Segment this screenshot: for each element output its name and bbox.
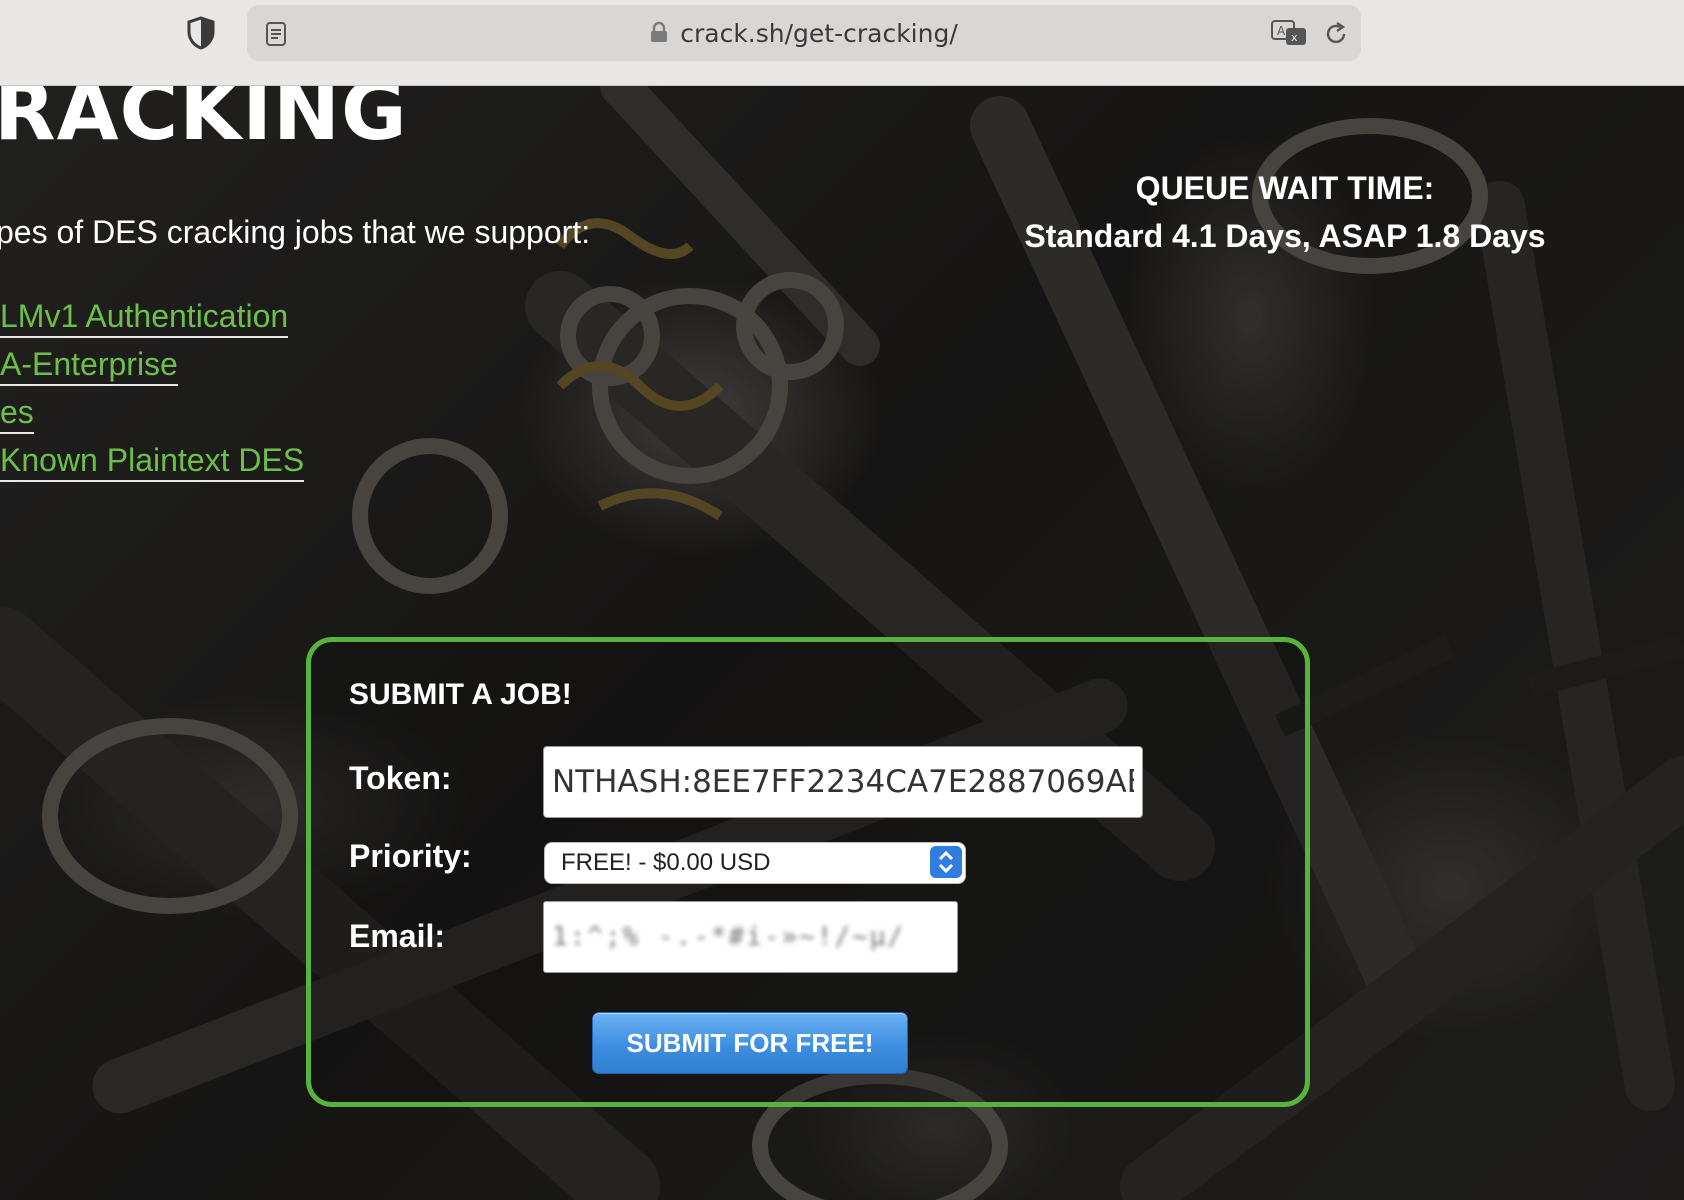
queue-wait-time: QUEUE WAIT TIME: Standard 4.1 Days, ASAP… bbox=[980, 164, 1590, 260]
address-bar[interactable]: crack.sh/get-cracking/ A x bbox=[247, 5, 1361, 61]
page-content: RACKING pes of DES cracking jobs that we… bbox=[0, 86, 1684, 1200]
page-title: RACKING bbox=[0, 86, 408, 158]
token-label: Token: bbox=[349, 760, 452, 796]
priority-select[interactable]: FREE! - $0.00 USD bbox=[544, 842, 966, 884]
queue-label: QUEUE WAIT TIME: bbox=[1135, 170, 1435, 206]
priority-label: Priority: bbox=[349, 838, 472, 874]
submit-job-form: SUBMIT A JOB! Token: Priority: FREE! - $… bbox=[306, 637, 1310, 1107]
priority-selected-value: FREE! - $0.00 USD bbox=[561, 849, 771, 876]
form-heading: SUBMIT A JOB! bbox=[349, 678, 572, 711]
email-value-blurred: 1:^;% -.-*#i-»~!/~µ/•/4 bbox=[552, 922, 906, 952]
list-item: es bbox=[0, 394, 304, 442]
email-label: Email: bbox=[349, 918, 446, 954]
intro-text: pes of DES cracking jobs that we support… bbox=[0, 214, 591, 250]
lock-icon bbox=[651, 21, 668, 42]
token-input[interactable] bbox=[543, 746, 1143, 818]
list-item: Known Plaintext DES bbox=[0, 442, 305, 490]
queue-value: Standard 4.1 Days, ASAP 1.8 Days bbox=[1024, 218, 1546, 254]
shield-icon[interactable] bbox=[186, 16, 216, 50]
translate-icon[interactable]: A x bbox=[1270, 19, 1310, 47]
email-input[interactable]: 1:^;% -.-*#i-»~!/~µ/•/4 bbox=[543, 901, 958, 973]
list-item: LMv1 Authentication bbox=[0, 298, 304, 346]
job-link-es[interactable]: es bbox=[0, 394, 34, 434]
select-arrows-icon bbox=[930, 846, 962, 878]
job-link-lmv1[interactable]: LMv1 Authentication bbox=[0, 298, 289, 338]
reload-icon[interactable] bbox=[1323, 21, 1349, 47]
browser-toolbar: crack.sh/get-cracking/ A x bbox=[0, 0, 1684, 86]
job-link-wpa-enterprise[interactable]: A-Enterprise bbox=[0, 346, 178, 386]
svg-text:A: A bbox=[1277, 24, 1286, 38]
list-item: A-Enterprise bbox=[0, 346, 304, 394]
submit-button[interactable]: SUBMIT FOR FREE! bbox=[592, 1012, 908, 1074]
job-link-known-plaintext[interactable]: Known Plaintext DES bbox=[0, 442, 305, 482]
job-types-list: LMv1 Authentication A-Enterprise es Know… bbox=[0, 298, 305, 490]
url-text[interactable]: crack.sh/get-cracking/ bbox=[680, 19, 958, 48]
svg-text:x: x bbox=[1291, 31, 1298, 44]
